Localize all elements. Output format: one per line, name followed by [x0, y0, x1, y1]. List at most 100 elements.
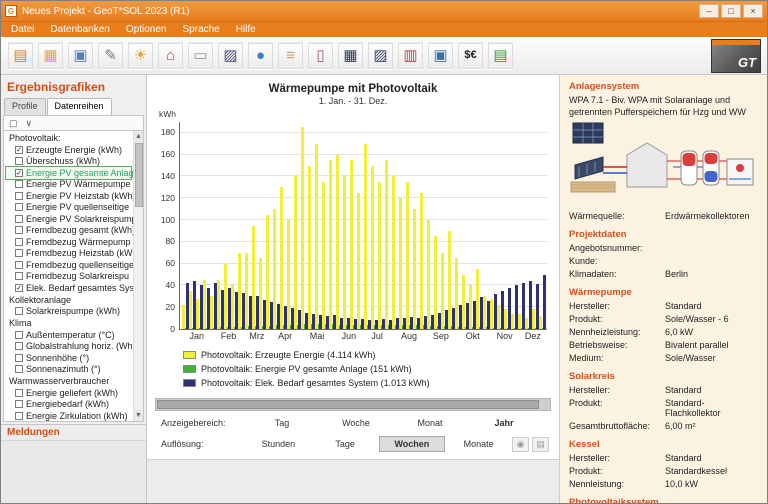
tree-group[interactable]: Kollektoranlage: [6, 294, 131, 306]
globe-icon[interactable]: ●: [247, 41, 274, 70]
new-project-icon[interactable]: ▤: [7, 41, 34, 70]
scroll-up-icon[interactable]: ▲: [134, 131, 143, 142]
tree-item[interactable]: Fremdbezug Heizstab (kW: [6, 248, 133, 260]
tree-scroll-thumb[interactable]: [135, 143, 143, 207]
storage-tank-icon[interactable]: ▯: [307, 41, 334, 70]
checkbox[interactable]: [15, 307, 23, 316]
anzeigebereich-option-monat[interactable]: Monat: [393, 415, 467, 431]
tree-item[interactable]: Energiebedarf (kWh): [6, 399, 131, 411]
tree-item[interactable]: Globalstrahlung horiz. (Wh: [6, 341, 133, 353]
snapshot-icon[interactable]: ◉: [512, 436, 529, 452]
bar: [420, 192, 423, 329]
checkbox[interactable]: [15, 388, 23, 397]
checkbox[interactable]: [15, 365, 23, 374]
tree-item[interactable]: Außentemperatur (°C): [6, 329, 131, 341]
minimize-button[interactable]: –: [699, 4, 719, 18]
checkbox[interactable]: [15, 260, 23, 269]
aufloesung-option-monate[interactable]: Monate: [445, 436, 512, 452]
heat-pump-icon[interactable]: ▭: [187, 41, 214, 70]
aufloesung-option-stunden[interactable]: Stunden: [245, 436, 312, 452]
checkbox[interactable]: [15, 157, 23, 166]
currency-icon[interactable]: $€: [457, 41, 484, 70]
checkbox[interactable]: [15, 249, 23, 258]
checkbox[interactable]: [15, 214, 23, 223]
checkbox[interactable]: ✓: [15, 145, 23, 154]
solar-collector-icon[interactable]: ▨: [217, 41, 244, 70]
checkbox[interactable]: [15, 330, 23, 339]
select-all-checkbox-icon[interactable]: ▢: [9, 118, 18, 129]
scroll-down-icon[interactable]: ▼: [134, 410, 143, 421]
open-project-icon[interactable]: ▦: [37, 41, 64, 70]
calculator-icon[interactable]: ▣: [427, 41, 454, 70]
report-icon[interactable]: ▤: [487, 41, 514, 70]
tree-item[interactable]: Energie geliefert (kWh): [6, 387, 131, 399]
bar: [399, 198, 402, 329]
results-chart-icon[interactable]: ▥: [397, 41, 424, 70]
tree-item-label: Fremdbezug Solarkreispu: [26, 271, 130, 282]
tree-item[interactable]: ✓ Energie PV gesamte Anlag: [5, 166, 134, 180]
copy-icon[interactable]: ▤: [532, 436, 549, 452]
checkbox[interactable]: [15, 203, 23, 212]
aufloesung-option-wochen[interactable]: Wochen: [378, 436, 446, 452]
edit-project-icon[interactable]: ✎: [97, 41, 124, 70]
tree-item[interactable]: Energie Zirkulation (kWh): [6, 410, 131, 421]
chart-scroll-thumb[interactable]: [157, 400, 540, 409]
checkbox[interactable]: [15, 226, 23, 235]
pv-module-icon[interactable]: ▦: [337, 41, 364, 70]
checkbox[interactable]: [15, 180, 23, 189]
tree-group[interactable]: Photovoltaik:: [6, 132, 131, 144]
anzeigebereich-option-tag[interactable]: Tag: [245, 415, 319, 431]
window-title: Neues Projekt - GeoT*SOL 2023 (R1): [22, 5, 190, 17]
tree-item[interactable]: Fremdbezug gesamt (kWh): [6, 225, 135, 237]
tree-item[interactable]: Sonnenazimuth (°): [6, 364, 131, 376]
menu-item-sprache[interactable]: Sprache: [174, 23, 227, 36]
anzeigebereich-option-jahr[interactable]: Jahr: [467, 415, 541, 431]
save-project-icon[interactable]: ▣: [67, 41, 94, 70]
menu-item-optionen[interactable]: Optionen: [118, 23, 175, 36]
checkbox[interactable]: [15, 191, 23, 200]
tree-item[interactable]: Fremdbezug Wärmepump: [6, 236, 131, 248]
building-icon[interactable]: ⌂: [157, 41, 184, 70]
tree-group[interactable]: Warmwasserverbraucher: [6, 375, 131, 387]
maximize-button[interactable]: □: [721, 4, 741, 18]
expand-all-icon[interactable]: ∨: [26, 118, 33, 129]
tree-item[interactable]: Energie PV quellenseitige: [6, 202, 131, 214]
checkbox[interactable]: [15, 353, 23, 362]
pv-system-icon[interactable]: ▨: [367, 41, 394, 70]
menu-item-hilfe[interactable]: Hilfe: [228, 23, 264, 36]
menu-item-datei[interactable]: Datei: [3, 23, 42, 36]
bar: [308, 165, 311, 329]
tree-item[interactable]: Energie PV Heizstab (kWh): [6, 190, 136, 202]
tree-item[interactable]: Sonnenhöhe (°): [6, 352, 131, 364]
checkbox[interactable]: [15, 411, 23, 420]
menu-item-datenbanken[interactable]: Datenbanken: [42, 23, 118, 36]
tree-item[interactable]: Fremdbezug quellenseitige: [6, 259, 134, 271]
storage-tank-icon-glyph: ▯: [316, 47, 325, 64]
close-button[interactable]: ×: [743, 4, 763, 18]
tab-datenreihen[interactable]: Datenreihen: [46, 98, 112, 115]
checkbox[interactable]: [15, 342, 23, 351]
bar: [441, 252, 444, 329]
tree-scrollbar[interactable]: ▲ ▼: [133, 131, 143, 421]
messages-panel-header[interactable]: Meldungen: [1, 424, 146, 441]
anzeigebereich-option-woche[interactable]: Woche: [319, 415, 393, 431]
tree-item[interactable]: Überschuss (kWh): [6, 156, 131, 168]
tree-group[interactable]: Klima: [6, 317, 131, 329]
checkbox[interactable]: ✓: [15, 283, 23, 292]
climate-data-icon[interactable]: ☀: [127, 41, 154, 70]
tree-item[interactable]: ✓ Erzeugte Energie (kWh): [6, 144, 131, 156]
checkbox[interactable]: [15, 272, 23, 281]
tree-item[interactable]: Solarkreispumpe (kWh): [6, 306, 131, 318]
tree-item[interactable]: Fremdbezug Solarkreispu: [6, 271, 131, 283]
collector-array-icon[interactable]: ≡: [277, 41, 304, 70]
checkbox[interactable]: [15, 237, 23, 246]
tree-item[interactable]: Energie PV Wärmepumpe (: [6, 179, 136, 191]
checkbox[interactable]: [15, 400, 23, 409]
tree-item[interactable]: Energie PV Solarkreispump: [6, 213, 137, 225]
aufloesung-option-tage[interactable]: Tage: [312, 436, 379, 452]
tree-item[interactable]: ✓ Elek. Bedarf gesamtes Syst: [6, 282, 137, 294]
tree-item[interactable]: Kaltwasser (°C): [6, 422, 131, 423]
checkbox[interactable]: ✓: [15, 168, 23, 177]
chart-scrollbar[interactable]: [155, 398, 551, 411]
tab-profile[interactable]: Profile: [4, 98, 46, 115]
